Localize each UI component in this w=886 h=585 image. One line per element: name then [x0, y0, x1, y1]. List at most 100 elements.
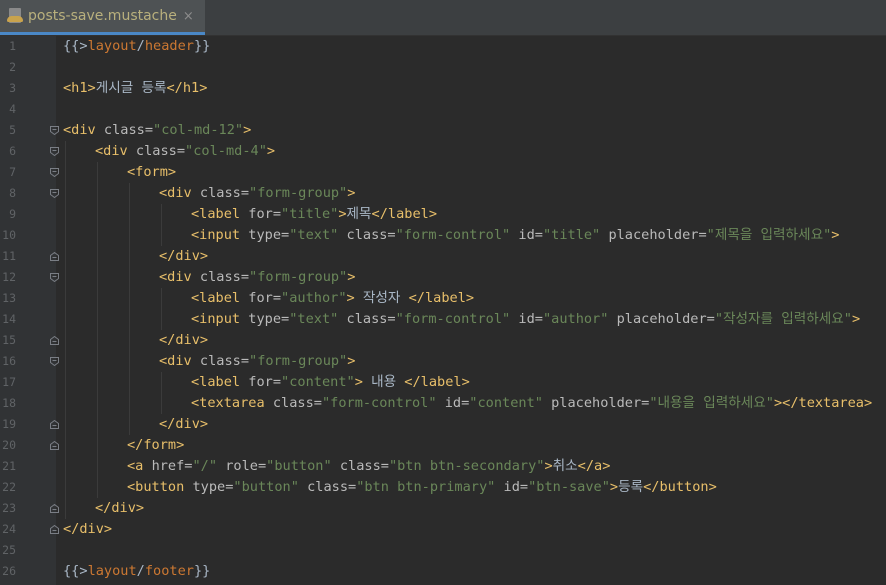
- code-token: <label: [191, 206, 249, 222]
- code-token: "/": [192, 458, 226, 474]
- code-line: </div>: [159, 330, 208, 351]
- code-token: <div: [63, 122, 104, 138]
- code-token: "title": [542, 227, 609, 243]
- code-token: >: [338, 206, 347, 222]
- code-line: {{>layout/header}}: [63, 36, 210, 57]
- indent-guide: [97, 456, 98, 477]
- code-token: >: [347, 269, 356, 285]
- code-token: <div: [159, 185, 200, 201]
- code-token: </div>: [159, 332, 209, 348]
- code-token: <div: [159, 353, 200, 369]
- code-token: "author": [281, 290, 347, 306]
- code-token: >: [544, 458, 553, 474]
- line-number: 24: [2, 522, 16, 536]
- indent-guide: [65, 351, 66, 372]
- indent-guide: [129, 393, 130, 414]
- code-line: </div>: [95, 498, 144, 519]
- file-tab[interactable]: posts-save.mustache ×: [0, 0, 205, 35]
- code-token: class=: [199, 269, 250, 285]
- code-line: {{>layout/footer}}: [63, 561, 210, 582]
- code-token: >: [831, 227, 840, 243]
- indent-guide: [129, 246, 130, 267]
- code-token: "form-control": [321, 395, 445, 411]
- code-line: <div class="col-md-4">: [95, 141, 275, 162]
- indent-guide: [65, 309, 66, 330]
- indent-guide: [65, 246, 66, 267]
- code-line: <input type="text" class="form-control" …: [191, 225, 839, 246]
- indent-guide: [161, 372, 162, 393]
- code-token: class=: [307, 479, 357, 495]
- code-token: "form-control": [395, 311, 519, 327]
- code-line: <textarea class="form-control" id="conte…: [191, 393, 872, 414]
- line-number: 15: [2, 333, 16, 347]
- indent-guide: [65, 435, 66, 456]
- indent-guide: [97, 435, 98, 456]
- indent-guide: [65, 141, 66, 162]
- code-token: "button": [233, 479, 308, 495]
- indent-guide: [129, 204, 130, 225]
- code-token: /: [136, 38, 145, 54]
- code-token: {{>: [63, 38, 88, 54]
- line-number: 26: [2, 564, 16, 578]
- indent-guide: [161, 204, 162, 225]
- code-line: <form>: [127, 162, 176, 183]
- indent-guide: [97, 372, 98, 393]
- code-token: "text": [289, 311, 347, 327]
- line-number: 8: [9, 186, 16, 200]
- line-number: 22: [2, 480, 16, 494]
- code-token: >: [347, 353, 356, 369]
- code-line: <input type="text" class="form-control" …: [191, 309, 860, 330]
- code-token: <a: [127, 458, 152, 474]
- indent-guide: [129, 351, 130, 372]
- code-token: >: [609, 479, 619, 495]
- code-token: >: [851, 311, 861, 327]
- code-token: </label>: [408, 290, 475, 306]
- indent-guide: [161, 393, 162, 414]
- code-token: class=: [103, 122, 154, 138]
- indent-guide: [65, 204, 66, 225]
- code-token: >: [243, 122, 252, 138]
- code-line: <label for="content"> 내용 </label>: [191, 372, 470, 393]
- indent-guide: [129, 267, 130, 288]
- code-token: header: [144, 38, 194, 54]
- indent-guide: [129, 183, 130, 204]
- indent-guide: [129, 330, 130, 351]
- code-line: </div>: [159, 414, 208, 435]
- file-tab-label: posts-save.mustache: [28, 8, 177, 24]
- indent-guide: [65, 456, 66, 477]
- line-number: 7: [9, 165, 16, 179]
- code-editor[interactable]: {{>layout/header}} <h1>게시글 등록</h1> <div cl…: [56, 36, 886, 585]
- code-token: "text": [289, 227, 347, 243]
- line-number: 20: [2, 438, 16, 452]
- code-token: "button": [266, 458, 340, 474]
- indent-guide: [65, 414, 66, 435]
- code-token: }}: [193, 563, 211, 579]
- code-token: 등록: [618, 479, 644, 495]
- line-number: 16: [2, 354, 16, 368]
- code-token: <form>: [127, 164, 177, 180]
- close-tab-icon[interactable]: ×: [183, 9, 194, 24]
- code-line: <div class="form-group">: [159, 183, 355, 204]
- indent-guide: [161, 288, 162, 309]
- code-line: </div>: [159, 246, 208, 267]
- code-token: 제목: [346, 206, 372, 222]
- code-token: <input: [191, 311, 249, 327]
- code-token: class=: [339, 458, 389, 474]
- code-token: "btn btn-primary": [356, 479, 504, 495]
- line-number: 18: [2, 396, 16, 410]
- code-token: type=: [248, 311, 290, 327]
- code-token: "author": [542, 311, 617, 327]
- code-token: class=: [346, 311, 396, 327]
- line-number: 9: [9, 207, 16, 221]
- code-token: id=: [518, 311, 543, 327]
- code-token: "form-group": [249, 185, 348, 201]
- indent-guide: [129, 225, 130, 246]
- line-number: 21: [2, 459, 16, 473]
- code-token: 취소: [552, 458, 578, 474]
- code-token: type=: [192, 479, 234, 495]
- indent-guide: [65, 162, 66, 183]
- code-token: "form-group": [249, 353, 348, 369]
- line-number: 23: [2, 501, 16, 515]
- code-token: role=: [225, 458, 267, 474]
- code-token: footer: [144, 563, 194, 579]
